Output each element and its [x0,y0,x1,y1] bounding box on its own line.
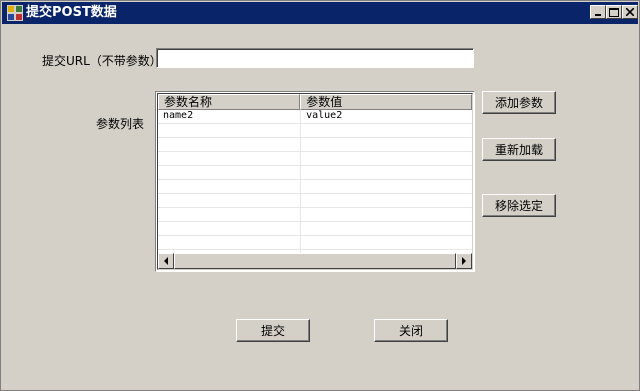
submit-button[interactable]: 提交 [236,319,310,342]
empty-cell [158,138,302,151]
table-row[interactable]: name2 value2 [158,110,472,124]
empty-cell [158,152,302,165]
table-row[interactable] [158,180,472,194]
table-row[interactable] [158,222,472,236]
empty-cell [158,180,302,193]
scroll-right-icon[interactable] [456,253,472,269]
horizontal-scrollbar[interactable] [158,253,472,269]
empty-cell [301,124,472,137]
params-table[interactable]: 参数名称 参数值 name2 value2 [155,91,475,272]
title-bar[interactable]: 提交POST数据 [2,2,638,24]
scroll-track[interactable] [174,253,456,269]
empty-cell [301,152,472,165]
empty-cell [301,222,472,235]
table-body: name2 value2 [158,110,472,264]
empty-cell [158,166,302,179]
column-header-value[interactable]: 参数值 [300,94,472,110]
table-row[interactable] [158,124,472,138]
add-param-button[interactable]: 添加参数 [482,91,556,114]
reload-button[interactable]: 重新加载 [482,138,556,161]
empty-cell [158,124,302,137]
empty-cell [301,194,472,207]
close-icon[interactable] [622,5,638,19]
empty-cell [158,194,302,207]
param-value-cell: value2 [306,110,343,121]
scroll-left-icon[interactable] [158,253,174,269]
param-name-cell: name2 [158,110,302,123]
table-row[interactable] [158,194,472,208]
params-label: 参数列表 [96,117,145,131]
table-row[interactable] [158,166,472,180]
minimize-icon[interactable] [590,5,606,19]
empty-cell [301,236,472,249]
empty-cell [158,208,302,221]
url-input[interactable] [156,48,474,68]
table-row[interactable] [158,236,472,250]
app-icon [7,5,23,21]
empty-cell [301,166,472,179]
empty-cell [301,208,472,221]
remove-selected-button[interactable]: 移除选定 [482,194,556,217]
table-row[interactable] [158,152,472,166]
table-row[interactable] [158,138,472,152]
scroll-thumb[interactable] [174,253,456,269]
empty-cell [158,236,302,249]
maximize-icon[interactable] [606,5,622,19]
window-title: 提交POST数据 [26,5,117,20]
table-row[interactable] [158,208,472,222]
empty-cell [158,222,302,235]
url-label: 提交URL（不带参数） [42,54,162,68]
empty-cell [301,180,472,193]
column-header-name[interactable]: 参数名称 [158,94,301,110]
post-data-window: 提交POST数据 提交URL（不带参数） 参数列表 参数名称 参数值 name2… [0,0,640,391]
table-header: 参数名称 参数值 [158,94,472,110]
empty-cell [301,138,472,151]
close-button[interactable]: 关闭 [374,319,448,342]
